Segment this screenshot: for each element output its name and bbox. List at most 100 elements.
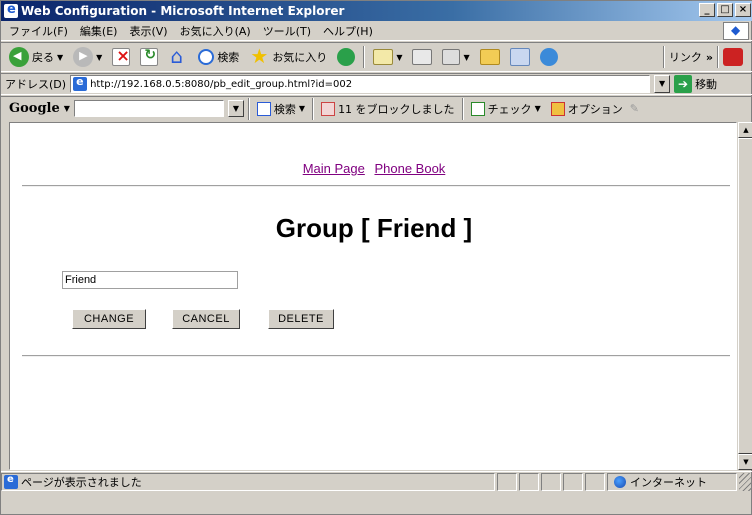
edit-button[interactable]: ▼ — [440, 45, 471, 69]
spell-check-dropdown-icon[interactable]: ▼ — [535, 104, 541, 113]
links-chevron-icon[interactable]: » — [706, 51, 713, 64]
menu-view[interactable]: 表示(V) — [129, 23, 167, 39]
mail-dropdown-icon[interactable]: ▼ — [396, 53, 402, 62]
history-button[interactable] — [335, 45, 357, 69]
address-dropdown-icon[interactable]: ▼ — [654, 75, 671, 93]
popup-blocked-label: 11 をブロックしました — [338, 102, 455, 116]
pencil-icon[interactable]: ✎ — [630, 102, 639, 115]
close-button[interactable]: × — [735, 3, 751, 17]
stop-icon — [112, 46, 131, 66]
resize-grip[interactable] — [739, 472, 752, 491]
window-controls: _ □ × — [699, 3, 751, 17]
standard-toolbar: 戻る ▼ ▼ 検索 お気に入り ▼ ▼ リンク » — [1, 42, 752, 72]
scroll-up-button[interactable]: ▲ — [738, 122, 752, 138]
internet-globe-icon — [614, 475, 626, 488]
google-separator-2 — [312, 97, 315, 120]
main-page-link[interactable]: Main Page — [303, 161, 365, 176]
page-title: Group [ Friend ] — [275, 213, 473, 243]
window-title: Web Configuration - Microsoft Internet E… — [21, 4, 345, 18]
printer-icon — [412, 49, 433, 65]
menu-favorites[interactable]: お気に入り(A) — [180, 23, 251, 39]
people-button[interactable] — [538, 45, 560, 69]
edit-dropdown-icon[interactable]: ▼ — [463, 53, 469, 62]
folder-button[interactable] — [478, 45, 502, 69]
search-button[interactable]: 検索 — [196, 45, 241, 69]
extension-icon[interactable] — [723, 48, 743, 66]
mail-button[interactable]: ▼ — [371, 45, 404, 69]
google-search-menu-icon[interactable]: ▼ — [299, 104, 305, 113]
stop-button[interactable] — [110, 45, 132, 69]
refresh-icon — [140, 47, 159, 66]
home-button[interactable] — [166, 44, 190, 69]
search-label: 検索 — [217, 51, 240, 64]
ie-icon — [4, 0, 18, 20]
top-divider — [22, 185, 730, 187]
folder-icon — [479, 49, 500, 65]
vertical-scrollbar[interactable]: ▲ ▼ — [737, 122, 752, 470]
google-logo[interactable]: Google — [9, 101, 60, 116]
mail-icon — [373, 49, 394, 65]
back-dropdown-icon[interactable]: ▼ — [57, 53, 63, 62]
maximize-button[interactable]: □ — [717, 3, 733, 17]
back-button[interactable]: 戻る ▼ — [7, 45, 65, 69]
scroll-thumb[interactable] — [738, 138, 752, 454]
menu-help[interactable]: ヘルプ(H) — [323, 23, 373, 39]
minimize-button[interactable]: _ — [699, 3, 715, 17]
status-cell — [563, 472, 583, 491]
menu-file[interactable]: ファイル(F) — [9, 23, 68, 39]
links-area: リンク » — [662, 46, 752, 68]
search-icon — [198, 49, 215, 65]
people-icon — [539, 48, 558, 66]
status-bar: ページが表示されました インターネット — [1, 471, 752, 491]
forward-dropdown-icon[interactable]: ▼ — [96, 53, 102, 62]
favorites-label: お気に入り — [272, 51, 328, 64]
scroll-down-button[interactable]: ▼ — [738, 454, 752, 470]
google-logo-dropdown-icon[interactable]: ▼ — [64, 104, 70, 113]
security-zone: インターネット — [607, 472, 737, 491]
options-icon — [550, 101, 565, 116]
ext-separator — [717, 46, 719, 68]
messenger-button[interactable] — [508, 45, 532, 69]
status-cell — [541, 472, 561, 491]
windows-logo-icon — [723, 22, 749, 40]
options-button[interactable]: オプション — [548, 101, 626, 117]
google-search-button[interactable]: 検索 ▼ — [254, 101, 308, 117]
title-bar: Web Configuration - Microsoft Internet E… — [1, 0, 752, 21]
spell-check-button[interactable]: チェック ▼ — [468, 101, 544, 117]
favorites-button[interactable]: お気に入り — [247, 44, 329, 69]
menu-tools[interactable]: ツール(T) — [263, 23, 311, 39]
options-label: オプション — [567, 102, 623, 116]
delete-button[interactable]: DELETE — [268, 309, 334, 329]
popup-blocked-icon — [321, 101, 336, 116]
history-icon — [337, 48, 356, 66]
google-search-input[interactable] — [73, 100, 224, 117]
page-icon — [73, 75, 88, 91]
forward-button[interactable]: ▼ — [71, 45, 104, 69]
bottom-divider — [22, 355, 730, 357]
links-label[interactable]: リンク — [669, 49, 702, 65]
cancel-button[interactable]: CANCEL — [172, 309, 240, 329]
star-icon — [249, 44, 269, 68]
messenger-icon — [509, 48, 530, 66]
go-button[interactable]: ➔ 移動 — [674, 75, 717, 93]
group-name-input[interactable] — [62, 271, 238, 289]
google-toolbar: Google ▼ ▼ 検索 ▼ 11 をブロックしました チェック ▼ オプショ… — [1, 96, 752, 120]
nav-links: Main Page Phone Book — [10, 161, 736, 176]
change-button[interactable]: CHANGE — [72, 309, 146, 329]
address-input[interactable]: http://192.168.0.5:8080/pb_edit_group.ht… — [70, 75, 651, 93]
menu-edit[interactable]: 編集(E) — [80, 23, 118, 39]
forward-arrow-icon — [73, 47, 94, 67]
google-g-icon — [256, 101, 271, 116]
phone-book-link[interactable]: Phone Book — [374, 161, 445, 176]
google-search-label: 検索 — [273, 102, 296, 116]
spell-check-icon — [470, 101, 485, 116]
status-cell — [519, 472, 539, 491]
status-cell — [585, 472, 605, 491]
refresh-button[interactable] — [138, 45, 160, 69]
address-label: アドレス(D) — [5, 78, 67, 91]
go-arrow-icon: ➔ — [674, 75, 693, 93]
popup-blocker-button[interactable]: 11 をブロックしました — [318, 101, 458, 117]
print-button[interactable] — [410, 45, 434, 69]
toolbar-separator — [363, 46, 366, 68]
google-search-dropdown-icon[interactable]: ▼ — [227, 100, 244, 117]
